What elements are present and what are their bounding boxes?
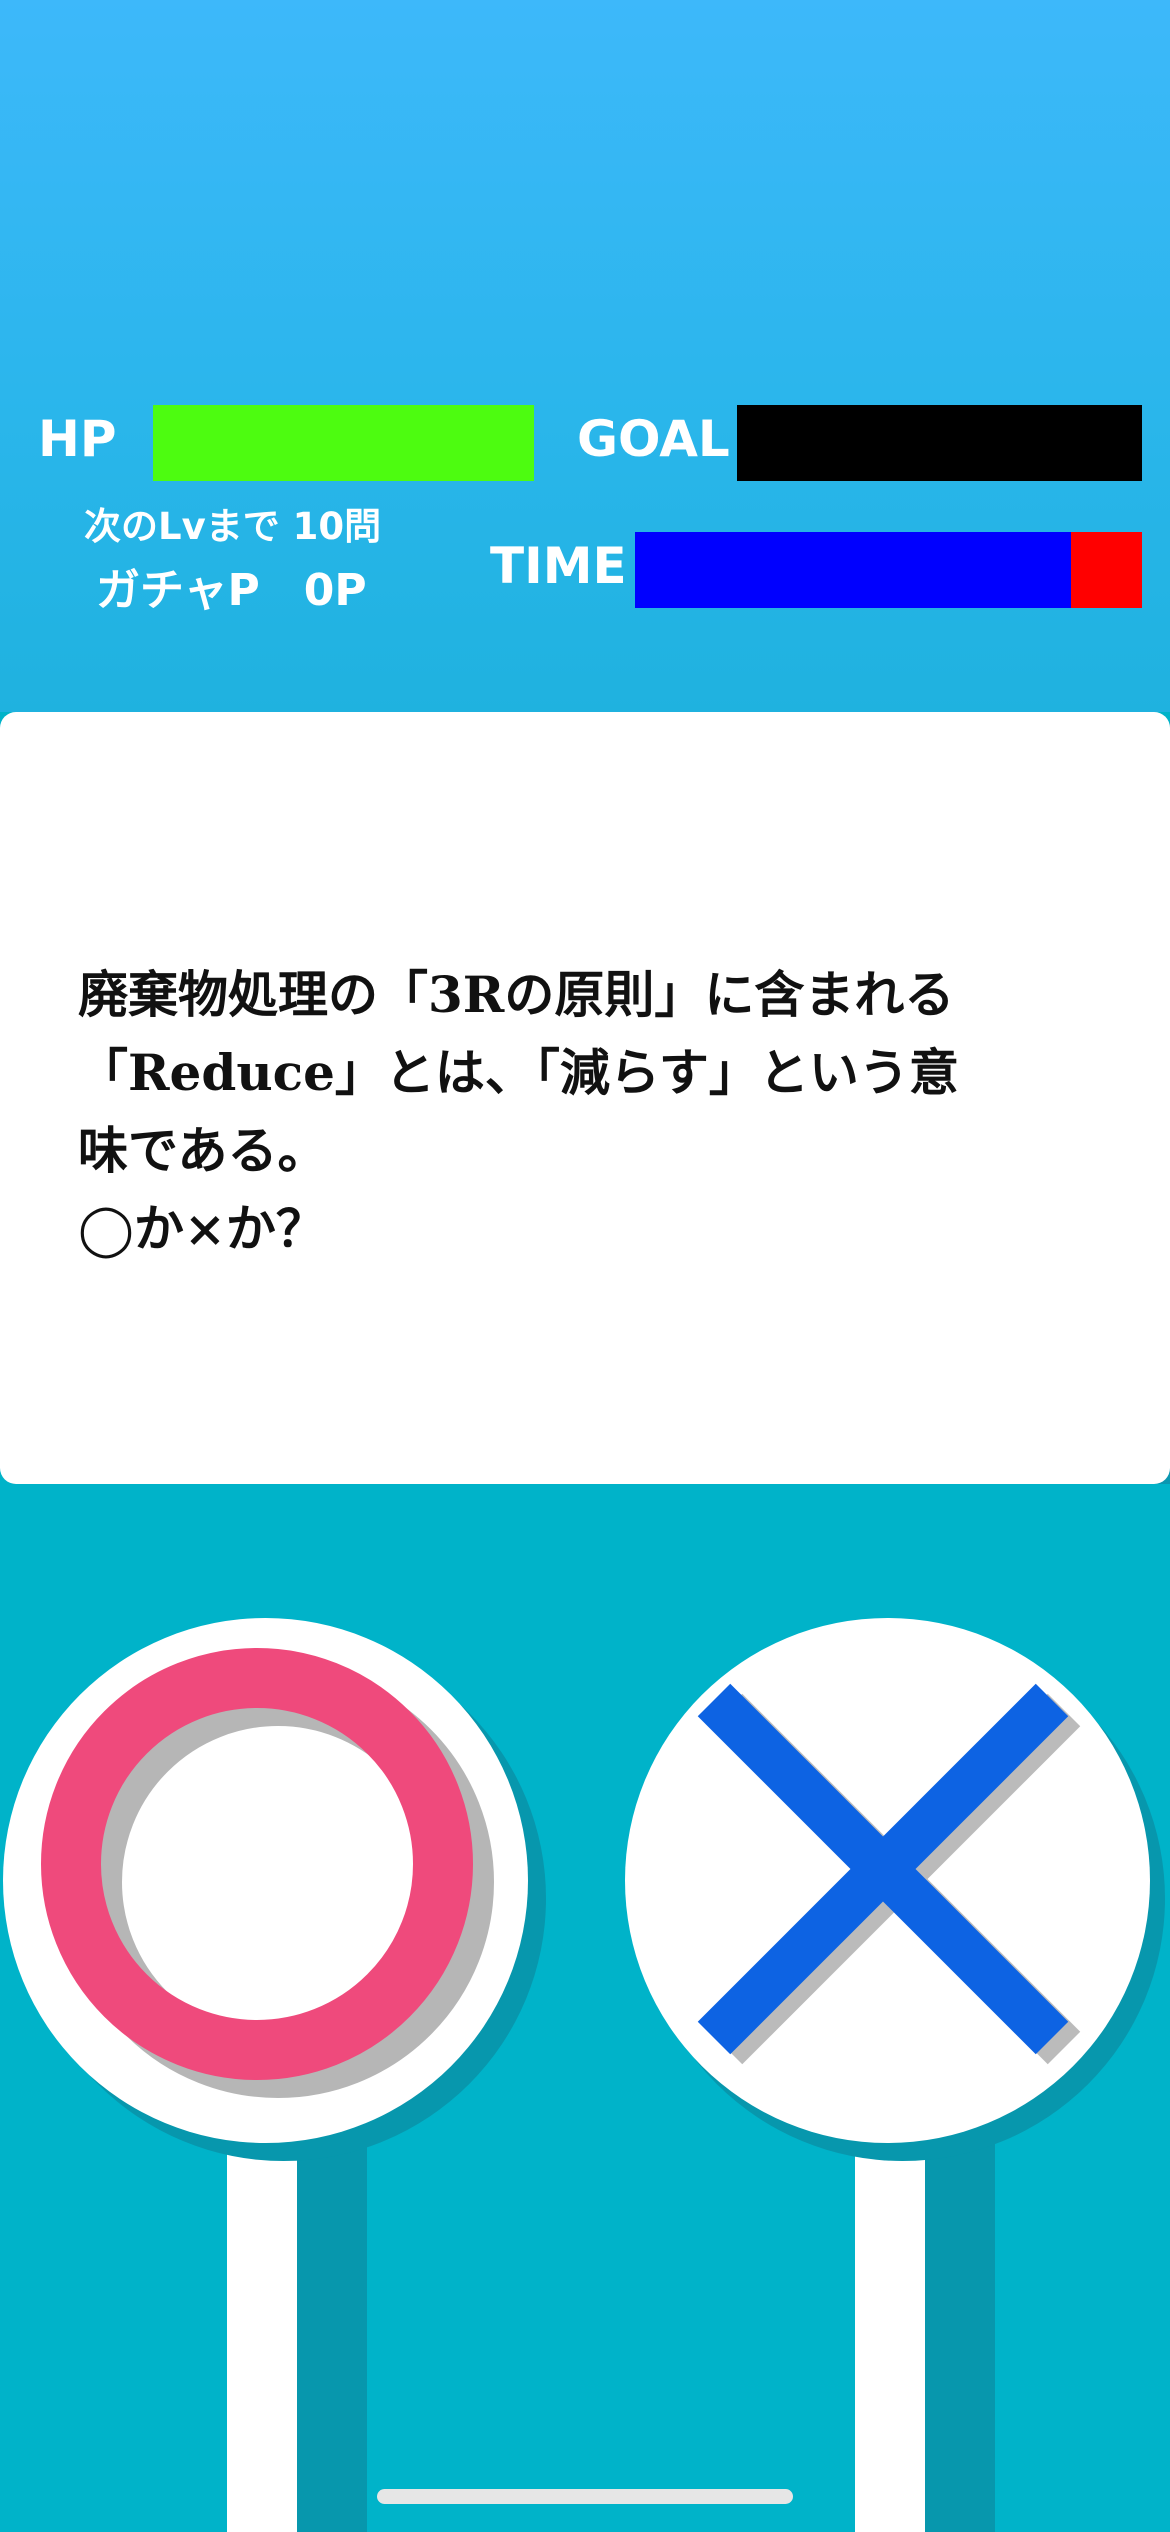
hp-bar-fill bbox=[153, 405, 534, 481]
goal-bar bbox=[737, 405, 1142, 481]
hp-bar bbox=[153, 405, 534, 481]
time-bar-fill bbox=[635, 532, 1072, 608]
goal-label: GOAL bbox=[577, 410, 730, 468]
cross-icon bbox=[697, 1683, 1081, 2065]
false-answer-button[interactable] bbox=[625, 1618, 1150, 2143]
question-text: 廃棄物処理の「3Rの原則」に含まれる 「Reduce」とは、「減らす」という意 … bbox=[78, 965, 959, 1258]
time-label: TIME bbox=[490, 537, 627, 595]
true-paddle-stick-shadow bbox=[297, 2140, 367, 2532]
gacha-points: ガチャP 0P bbox=[96, 565, 367, 616]
circle-icon bbox=[41, 1648, 494, 2098]
true-answer-button[interactable] bbox=[3, 1618, 528, 2143]
next-level-counter: 次のLvまで 10問 bbox=[84, 505, 382, 548]
false-paddle-stick-shadow bbox=[925, 2140, 995, 2532]
home-indicator[interactable] bbox=[377, 2489, 793, 2504]
hp-label: HP bbox=[38, 410, 117, 468]
time-bar bbox=[635, 532, 1142, 608]
false-paddle-stick bbox=[855, 2120, 925, 2532]
true-paddle-stick bbox=[227, 2120, 297, 2532]
